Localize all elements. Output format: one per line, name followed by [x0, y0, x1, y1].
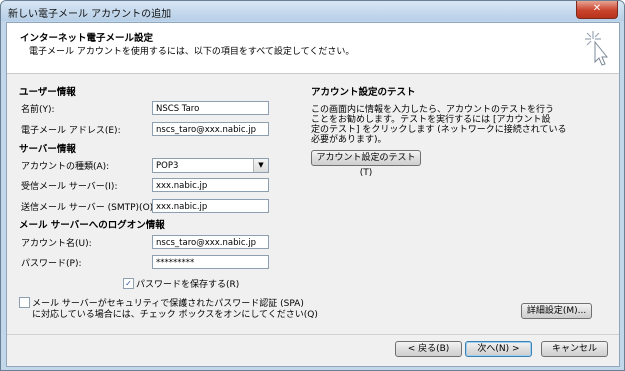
- password-input[interactable]: *********: [152, 255, 269, 269]
- account-name-label: アカウント名(U):: [21, 239, 92, 249]
- next-button[interactable]: 次へ(N) >: [465, 341, 532, 357]
- incoming-server-input[interactable]: xxx.nabic.jp: [152, 178, 269, 192]
- name-label: 名前(Y):: [21, 105, 55, 115]
- cursor-sparkle-icon: [585, 31, 609, 66]
- incoming-server-label: 受信メール サーバー(I):: [21, 182, 118, 192]
- email-input[interactable]: nscs_taro@xxx.nabic.jp: [152, 122, 269, 136]
- save-password-checkbox[interactable]: ✓: [123, 278, 134, 289]
- dialog-window: 新しい電子メール アカウントの追加 ✕ インターネット電子メール設定 電子メール…: [0, 0, 625, 371]
- logon-info-heading: メール サーバーへのログオン情報: [19, 220, 165, 231]
- name-input[interactable]: NSCS Taro: [152, 101, 269, 115]
- page-title: インターネット電子メール設定: [20, 33, 154, 44]
- test-heading: アカウント設定のテスト: [311, 87, 416, 98]
- back-button[interactable]: < 戻る(B): [395, 341, 462, 357]
- account-type-select[interactable]: POP3 ▼: [152, 158, 269, 173]
- title-bar: 新しい電子メール アカウントの追加 ✕: [1, 1, 624, 21]
- divider: [7, 334, 619, 335]
- window-title: 新しい電子メール アカウントの追加: [8, 9, 172, 20]
- email-label: 電子メール アドレス(E):: [21, 126, 121, 136]
- user-info-heading: ユーザー情報: [19, 87, 76, 98]
- outgoing-server-input[interactable]: xxx.nabic.jp: [152, 199, 269, 213]
- dialog-client: インターネット電子メール設定 電子メール アカウントを使用するには、以下の項目を…: [6, 22, 620, 367]
- account-type-label: アカウントの種類(A):: [21, 162, 110, 172]
- test-account-button[interactable]: アカウント設定のテスト(T): [311, 150, 421, 178]
- account-name-input[interactable]: nscs_taro@xxx.nabic.jp: [152, 235, 269, 249]
- header-panel: インターネット電子メール設定 電子メール アカウントを使用するには、以下の項目を…: [7, 23, 619, 74]
- test-desc-line4: 必要があります)。: [311, 135, 387, 145]
- advanced-settings-button[interactable]: 詳細設定(M)...: [521, 303, 592, 319]
- chevron-down-icon[interactable]: ▼: [253, 159, 268, 172]
- spa-checkbox[interactable]: [19, 297, 30, 308]
- account-type-value: POP3: [156, 161, 179, 171]
- page-subtitle: 電子メール アカウントを使用するには、以下の項目をすべて設定してください。: [29, 47, 355, 57]
- save-password-label: パスワードを保存する(R): [136, 280, 240, 290]
- close-button[interactable]: ✕: [576, 1, 618, 19]
- spa-label-line2: に対応している場合には、チェック ボックスをオンにしてください(Q): [32, 310, 318, 320]
- outgoing-server-label: 送信メール サーバー (SMTP)(O):: [21, 203, 157, 213]
- cancel-button[interactable]: キャンセル: [541, 341, 608, 357]
- password-label: パスワード(P):: [21, 259, 82, 269]
- server-info-heading: サーバー情報: [19, 144, 76, 155]
